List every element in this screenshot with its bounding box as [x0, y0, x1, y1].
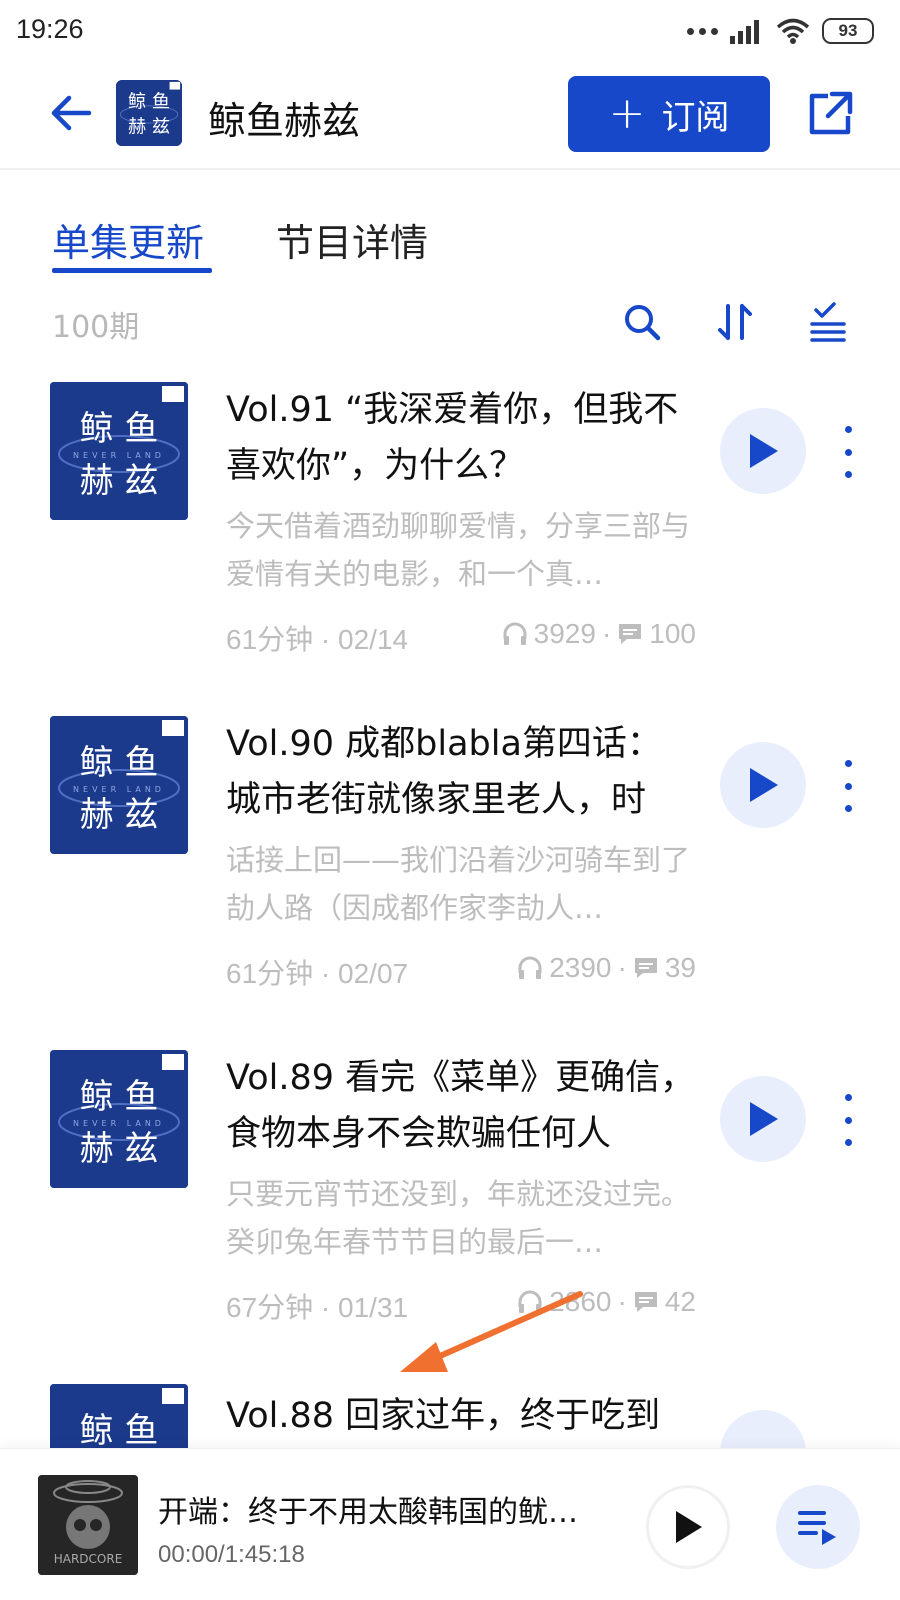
- podcast-title: 鲸鱼赫兹: [208, 99, 361, 143]
- comment-icon: [634, 1292, 657, 1312]
- episode-cover: 鲸 鱼 NEVER LAND 赫 兹: [50, 1050, 188, 1188]
- playlist-button[interactable]: [776, 1485, 860, 1569]
- episode-duration-date: 61分钟 · 02/07: [226, 958, 409, 989]
- episode-meta: 61分钟 · 02/14 3929 · 100: [226, 614, 696, 655]
- svg-text:鲸 鱼: 鲸 鱼: [80, 1077, 159, 1117]
- svg-text:鲸 鱼: 鲸 鱼: [80, 1411, 159, 1448]
- episode-duration-date: 67分钟 · 01/31: [226, 1292, 409, 1323]
- episode-item[interactable]: 鲸 鱼 NEVER LAND 赫 兹 Vol.91 “我深爱着你，但我不喜欢你”…: [0, 382, 900, 712]
- active-tab-indicator: [52, 268, 212, 273]
- episode-meta: 61分钟 · 02/07 2390 · 39: [226, 948, 696, 989]
- episode-cover: 鲸 鱼 NEVER LAND 赫 兹: [50, 382, 188, 520]
- episode-title: Vol.91 “我深爱着你，但我不喜欢你”，为什么？: [226, 390, 679, 486]
- sort-button[interactable]: [714, 300, 758, 344]
- playlist-icon: [798, 1511, 836, 1545]
- episode-item[interactable]: 鲸 鱼 Vol.88 回家过年，终于吃到: [0, 1384, 900, 1448]
- annotation-arrow: [400, 1291, 583, 1372]
- subscribe-label: 订阅: [661, 97, 730, 138]
- mini-player-title: 开端：终于不用太酸韩国的鱿…: [158, 1495, 578, 1530]
- list-toolbar: 100期: [0, 296, 900, 348]
- svg-text:赫 兹: 赫 兹: [128, 117, 170, 138]
- episode-title: Vol.90 成都blabla第四话：城市老街就像家里老人，时不…: [226, 724, 662, 820]
- episode-cover: 鲸 鱼 NEVER LAND 赫 兹: [50, 716, 188, 854]
- tab-details[interactable]: 节目详情: [276, 212, 428, 267]
- episode-play-button[interactable]: [720, 1076, 806, 1162]
- svg-text:赫 兹: 赫 兹: [80, 795, 159, 835]
- svg-text:NEVER LAND: NEVER LAND: [73, 1119, 165, 1128]
- episode-play-button[interactable]: [720, 1410, 806, 1448]
- episode-description: 只要元宵节还没到，年就还没过完。癸卯兔年春节节目的最后一…: [226, 1177, 691, 1259]
- play-icon: [750, 1102, 778, 1136]
- episode-more-button[interactable]: [834, 426, 862, 478]
- episode-description: 话接上回——我们沿着沙河骑车到了劼人路（因成都作家李劼人…: [226, 843, 691, 925]
- share-button[interactable]: [800, 84, 860, 144]
- play-icon: [676, 1511, 702, 1543]
- filter-button[interactable]: [806, 300, 850, 344]
- svg-text:鲸 鱼: 鲸 鱼: [128, 92, 170, 113]
- comment-count: 39: [664, 952, 696, 983]
- svg-text:赫 兹: 赫 兹: [80, 1129, 159, 1169]
- share-icon: [809, 91, 853, 135]
- plus-icon: +: [608, 88, 646, 139]
- podcast-logo: 鲸 鱼 赫 兹: [116, 80, 182, 146]
- notification-dots-icon: [687, 27, 718, 35]
- comment-count: 42: [664, 1286, 696, 1317]
- svg-text:NEVER LAND: NEVER LAND: [73, 785, 165, 794]
- play-count: 3929: [533, 618, 596, 649]
- status-icons: 93: [687, 16, 874, 46]
- episode-more-button[interactable]: [834, 760, 862, 812]
- status-time: 19:26: [16, 14, 84, 44]
- headphones-icon: [518, 956, 542, 979]
- svg-text:HARDCORE: HARDCORE: [54, 1552, 123, 1566]
- episode-description: 今天借着酒劲聊聊爱情，分享三部与爱情有关的电影，和一个真…: [226, 509, 691, 591]
- tab-episodes[interactable]: 单集更新: [52, 212, 204, 267]
- svg-text:赫 兹: 赫 兹: [80, 461, 159, 501]
- mini-player-play-button[interactable]: [646, 1485, 730, 1569]
- episode-cover: 鲸 鱼: [50, 1384, 188, 1448]
- episode-stats: 2390 · 39: [517, 952, 696, 984]
- episode-title: Vol.89 看完《菜单》更确信，食物本身不会欺骗任何人: [226, 1058, 696, 1154]
- play-icon: [750, 768, 778, 802]
- headphones-icon: [503, 622, 527, 645]
- comment-icon: [634, 958, 657, 978]
- episode-play-button[interactable]: [720, 408, 806, 494]
- svg-text:鲸 鱼: 鲸 鱼: [80, 409, 159, 449]
- status-bar: 19:26 93: [0, 0, 900, 62]
- comment-count: 100: [649, 618, 696, 649]
- mini-player-time: 00:00/1:45:18: [158, 1541, 305, 1568]
- signal-icon: [730, 20, 759, 44]
- wifi-icon: [776, 18, 810, 44]
- episode-title: Vol.88 回家过年，终于吃到: [226, 1396, 661, 1436]
- mini-player[interactable]: HARDCORE 开端：终于不用太酸韩国的鱿… 00:00/1:45:18: [0, 1448, 900, 1600]
- sort-icon: [718, 304, 752, 340]
- svg-text:NEVER LAND: NEVER LAND: [73, 451, 165, 460]
- meta-separator: ·: [617, 952, 627, 983]
- comment-icon: [619, 624, 642, 644]
- episode-stats: 3929 · 100: [502, 618, 696, 650]
- search-button[interactable]: [620, 300, 664, 344]
- play-count: 2390: [549, 952, 612, 983]
- back-button[interactable]: [44, 86, 98, 140]
- meta-separator: ·: [601, 618, 612, 649]
- meta-separator: ·: [617, 1286, 627, 1317]
- episode-more-button[interactable]: [834, 1094, 862, 1146]
- subscribe-button[interactable]: + 订阅: [568, 76, 770, 152]
- play-icon: [750, 434, 778, 468]
- back-arrow-icon: [51, 95, 92, 131]
- svg-text:鲸 鱼: 鲸 鱼: [80, 743, 159, 783]
- mini-player-cover: HARDCORE: [38, 1475, 138, 1575]
- filter-list-icon: [810, 302, 846, 342]
- episode-count: 100期: [52, 310, 140, 345]
- header: 鲸 鱼 赫 兹 鲸鱼赫兹 + 订阅: [0, 62, 900, 170]
- battery-indicator: 93: [822, 18, 874, 44]
- search-icon: [625, 305, 661, 341]
- episode-duration-date: 61分钟 · 02/14: [226, 624, 409, 655]
- episode-item[interactable]: 鲸 鱼 NEVER LAND 赫 兹 Vol.90 成都blabla第四话：城市…: [0, 716, 900, 1046]
- episode-play-button[interactable]: [720, 742, 806, 828]
- tab-bar: 单集更新 节目详情: [0, 204, 900, 276]
